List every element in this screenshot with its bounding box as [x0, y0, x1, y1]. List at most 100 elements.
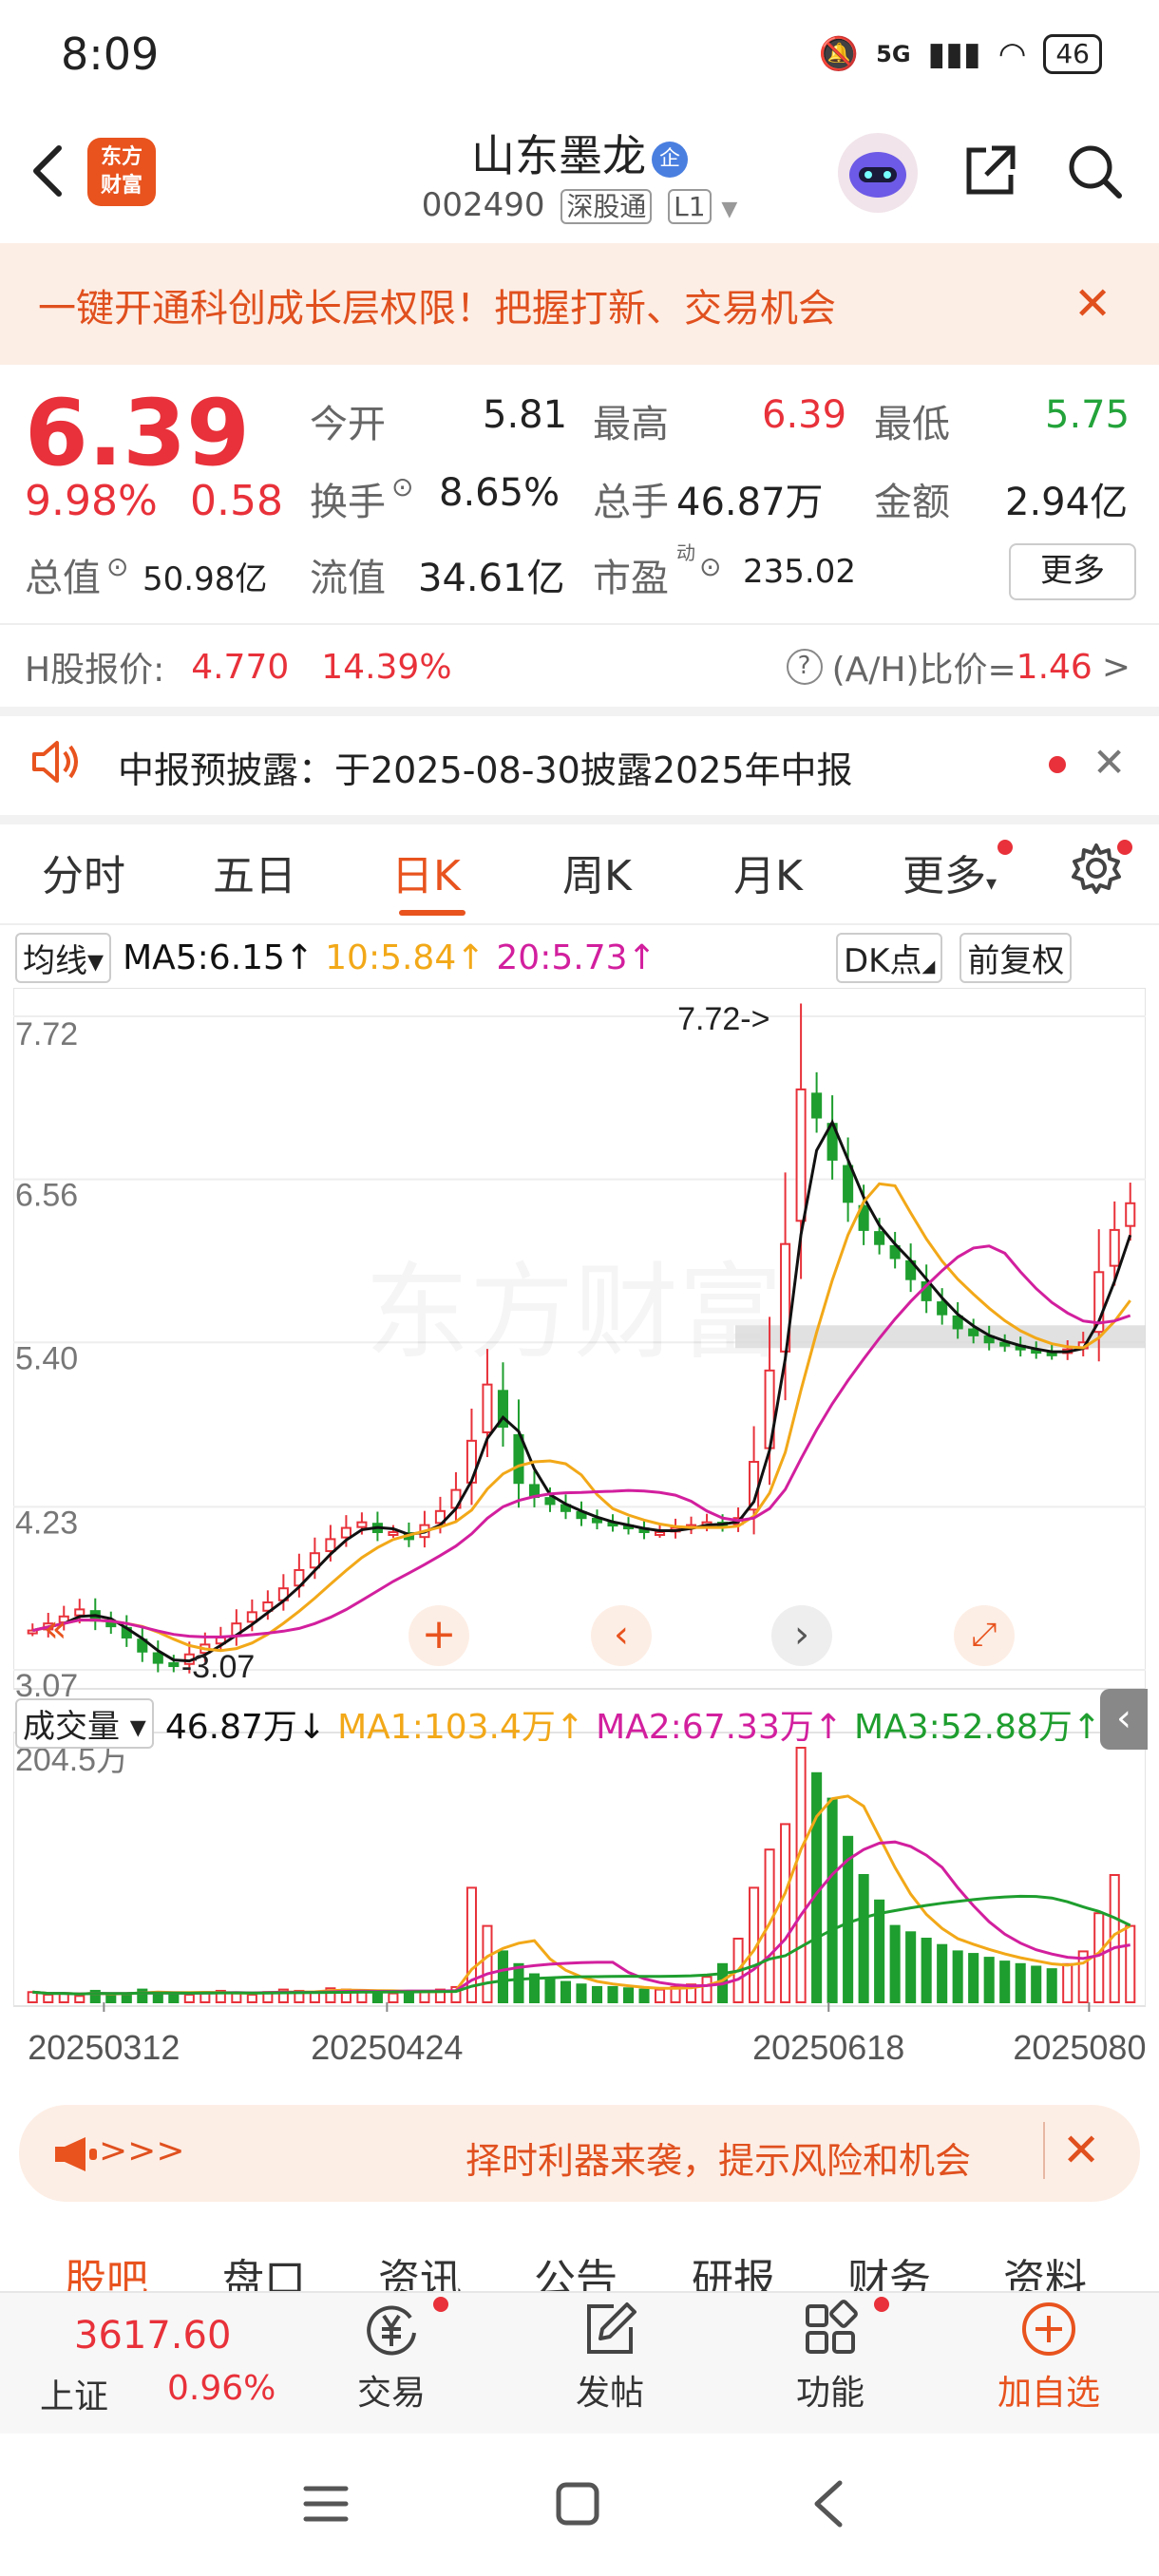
ah-ratio[interactable]: ? (A/H)比价= 1.46 >: [786, 642, 1130, 691]
high-value: 6.39: [762, 393, 847, 437]
candle-body: [1125, 1202, 1136, 1227]
volume-bar: [1015, 1962, 1026, 2004]
tab-monthly-k[interactable]: 月K: [733, 842, 803, 902]
ma5-value: MA5:6.15↑: [123, 938, 314, 977]
search-icon[interactable]: [1064, 141, 1125, 201]
vma3-value: MA3:52.88万↑: [854, 1707, 1102, 1747]
volume-bar: [576, 1983, 587, 2003]
candle-body: [482, 1383, 493, 1433]
kline-chart[interactable]: 7.726.565.404.233.07东方财富7.72->-3.07 204.…: [13, 988, 1146, 2090]
x-tick-label: 20250424: [311, 2028, 463, 2067]
gear-icon[interactable]: [1068, 840, 1125, 897]
collapse-panel-icon[interactable]: ‹: [1100, 1689, 1148, 1750]
mute-icon: 🔕: [818, 35, 860, 73]
dk-button[interactable]: DK点◢: [836, 933, 943, 983]
share-icon[interactable]: [960, 141, 1020, 201]
ma5-text: MA5:6.15: [123, 938, 285, 977]
vma1-value: MA1:103.4万↑: [337, 1707, 585, 1747]
tab-more[interactable]: 更多▾: [902, 842, 997, 902]
candle-body: [937, 1301, 948, 1316]
volume-bar: [246, 1993, 257, 2003]
vma2-value: MA2:67.33万↑: [596, 1707, 844, 1747]
volume-bar: [826, 1797, 838, 2003]
notification-dot: [1117, 840, 1132, 855]
candle-body: [356, 1521, 368, 1528]
strategy-prefix: >>>: [99, 2131, 185, 2170]
chevron-right-icon[interactable]: ›: [771, 1605, 832, 1666]
tab-intraday[interactable]: 分时: [42, 842, 125, 902]
adjust-button[interactable]: 前复权: [960, 933, 1073, 983]
ma20-value: 20:5.73↑: [496, 938, 656, 977]
h-share-row[interactable]: H股报价: 4.770 14.39%: [25, 642, 452, 691]
dropdown-icon[interactable]: ▼: [721, 198, 737, 221]
chevron-left-icon[interactable]: ‹: [591, 1605, 652, 1666]
tab-weekly-k[interactable]: 周K: [562, 842, 632, 902]
strategy-text[interactable]: 择时利器来袭，提示风险和机会: [466, 2131, 971, 2184]
expand-icon[interactable]: ⤢: [954, 1605, 1015, 1666]
plus-circle-icon: [1022, 2302, 1075, 2356]
dk-label: DK点: [844, 942, 922, 980]
y-tick-label: 4.23: [15, 1505, 78, 1541]
info-icon[interactable]: ⊙: [391, 471, 413, 502]
ma-selector[interactable]: 均线▾: [15, 933, 112, 983]
menu-icon[interactable]: [302, 2483, 350, 2525]
h-share-premium: 14.39%: [321, 647, 452, 687]
index-value[interactable]: 3617.60: [74, 2314, 231, 2358]
level-tag[interactable]: L1: [668, 189, 712, 224]
chart-background: [13, 988, 1146, 2090]
function-button[interactable]: 功能: [773, 2299, 887, 2415]
volume-bar: [1062, 1962, 1074, 2004]
candle-body: [874, 1231, 885, 1245]
info-icon[interactable]: ⊙: [699, 551, 721, 582]
volume-bar: [74, 1995, 86, 2004]
close-icon[interactable]: ✕: [1092, 739, 1126, 786]
trade-button[interactable]: 交易: [334, 2299, 448, 2415]
index-name[interactable]: 上证: [40, 2369, 108, 2418]
index-percent[interactable]: 0.96%: [167, 2369, 276, 2408]
zoom-in-icon[interactable]: +: [408, 1605, 469, 1666]
vma1-text: MA1:103.4万: [337, 1707, 556, 1747]
volume-bar: [905, 1931, 917, 2003]
ah-ratio-label: (A/H)比价=: [831, 651, 1016, 690]
candle-body: [795, 1088, 807, 1222]
close-icon[interactable]: ✕: [1062, 2124, 1100, 2177]
help-icon[interactable]: ?: [786, 649, 823, 685]
scroll-left-icon[interactable]: «: [44, 1607, 66, 1651]
candle-body: [74, 1608, 86, 1617]
volume-text: 46.87万: [164, 1707, 297, 1747]
tab-more-label: 更多: [902, 852, 986, 900]
back-nav-icon[interactable]: [809, 2479, 847, 2529]
volume-selector[interactable]: 成交量 ▾: [15, 1698, 154, 1749]
notice-text[interactable]: 中报预披露：于2025-08-30披露2025年中报: [118, 741, 853, 793]
unread-dot: [1049, 756, 1066, 773]
caret-down-icon: ▾: [986, 872, 998, 896]
promo-text[interactable]: 一键开通科创成长层权限！把握打新、交易机会: [38, 277, 836, 332]
amount-label: 金额: [874, 481, 950, 524]
info-icon[interactable]: ⊙: [106, 551, 128, 582]
volume-bar: [701, 1976, 712, 2003]
volume-bar: [1031, 1965, 1042, 2003]
robot-icon: [849, 152, 906, 198]
post-button[interactable]: 发帖: [553, 2299, 667, 2415]
status-bar: 8:09 🔕 5G ▮▮▮ ◠ 46: [0, 0, 1159, 114]
function-label: 功能: [795, 2374, 864, 2413]
watermark: 东方财富: [365, 1252, 783, 1373]
grid-icon: [806, 2300, 858, 2354]
add-watchlist-button[interactable]: 加自选: [992, 2299, 1106, 2415]
volume-bar: [1093, 1912, 1105, 2004]
tab-daily-k[interactable]: 日K: [391, 842, 461, 902]
system-nav-bar: [0, 2434, 1159, 2576]
close-icon[interactable]: ✕: [1074, 277, 1112, 331]
candle-body: [843, 1165, 854, 1203]
home-icon[interactable]: [555, 2481, 600, 2527]
divider: [0, 623, 1159, 625]
tab-five-day[interactable]: 五日: [213, 842, 296, 902]
megaphone-icon: [55, 2137, 97, 2171]
min-price-label: -3.07: [181, 1649, 256, 1685]
y-tick-label: 5.40: [15, 1340, 78, 1376]
more-button[interactable]: 更多: [1009, 543, 1136, 600]
volume-bar: [874, 1899, 885, 2003]
volume-bar: [591, 1985, 603, 2004]
max-price-label: 7.72->: [677, 1001, 770, 1037]
assistant-avatar[interactable]: [838, 133, 918, 213]
